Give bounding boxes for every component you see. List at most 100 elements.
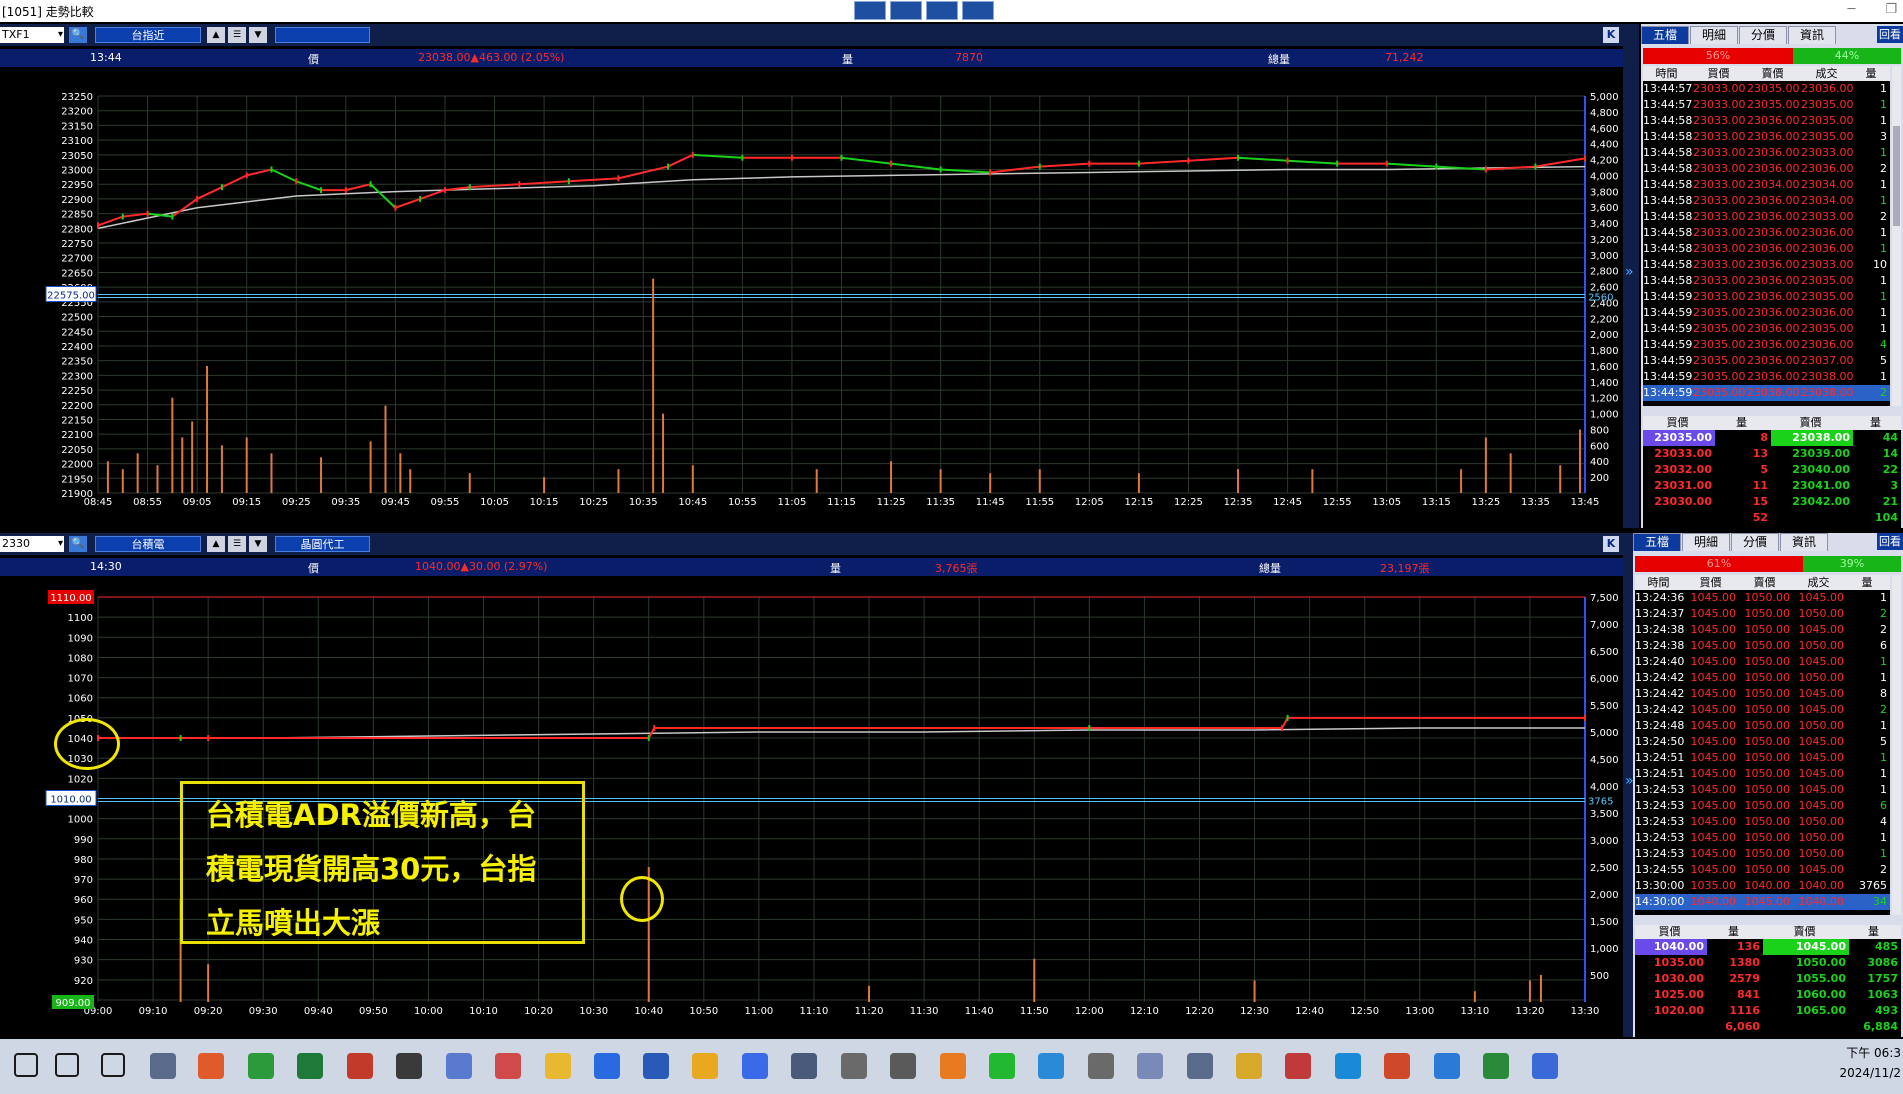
tick-row[interactable]: 13:44:58 23033.00 23036.00 23033.00 1 bbox=[1643, 145, 1890, 161]
book-row[interactable]: 1020.00 1116 1065.00 493 bbox=[1635, 1003, 1901, 1019]
app-icon-19[interactable] bbox=[1532, 1053, 1558, 1079]
tick-row[interactable]: 13:44:57 23033.00 23035.00 23036.00 1 bbox=[1643, 81, 1890, 97]
chrome-icon[interactable] bbox=[248, 1053, 274, 1079]
app-icon-18[interactable] bbox=[1483, 1053, 1509, 1079]
tick-row[interactable]: 13:44:59 23035.00 23038.00 23038.00 2 bbox=[1643, 385, 1890, 401]
tick-row[interactable]: 13:44:58 23033.00 23036.00 23035.00 3 bbox=[1643, 129, 1890, 145]
toolbar-button-1[interactable] bbox=[854, 1, 886, 20]
top-up-icon[interactable]: ▲ bbox=[207, 27, 225, 43]
tick-row[interactable]: 13:24:53 1045.00 1050.00 1045.00 1 bbox=[1635, 782, 1890, 798]
tick-row[interactable]: 13:44:59 23035.00 23036.00 23037.00 5 bbox=[1643, 353, 1890, 369]
toolbar-button-4[interactable] bbox=[962, 1, 994, 20]
app-icon-9[interactable] bbox=[841, 1053, 867, 1079]
top-search-icon[interactable]: 🔍 bbox=[69, 27, 87, 43]
tick-row[interactable]: 13:24:42 1045.00 1050.00 1045.00 8 bbox=[1635, 686, 1890, 702]
app-icon-7[interactable] bbox=[742, 1053, 768, 1079]
bottom-down-icon[interactable]: ▼ bbox=[249, 536, 267, 552]
book-row[interactable]: 1025.00 841 1060.00 1063 bbox=[1635, 987, 1901, 1003]
app-icon-11[interactable] bbox=[940, 1053, 966, 1079]
tab-info-2[interactable]: 資訊 bbox=[1780, 533, 1829, 551]
app-icon-10[interactable] bbox=[890, 1053, 916, 1079]
tick-row[interactable]: 13:44:58 23033.00 23036.00 23035.00 1 bbox=[1643, 113, 1890, 129]
tick-row[interactable]: 13:24:42 1045.00 1050.00 1050.00 1 bbox=[1635, 670, 1890, 686]
book-row[interactable]: 1035.00 1380 1050.00 3086 bbox=[1635, 955, 1901, 971]
minimize-icon[interactable]: ─ bbox=[1848, 2, 1856, 17]
book-row[interactable]: 23033.00 13 23039.00 14 bbox=[1643, 446, 1901, 462]
top-symbol-select[interactable]: TXF1 bbox=[0, 27, 64, 43]
tab-detail-2[interactable]: 明細 bbox=[1682, 533, 1731, 551]
ie-icon[interactable] bbox=[594, 1053, 620, 1079]
tick-row[interactable]: 13:44:58 23033.00 23036.00 23034.00 1 bbox=[1643, 193, 1890, 209]
bottom-name-field[interactable]: 台積電 bbox=[95, 536, 201, 552]
tab-info[interactable]: 資訊 bbox=[1788, 26, 1837, 44]
bottom-tick-list[interactable]: 時間 買價 賣價 成交量 13:24:36 1045.00 1050.00 1045.00 1 1… bbox=[1635, 575, 1890, 915]
tick-row[interactable]: 13:24:51 1045.00 1050.00 1045.00 1 bbox=[1635, 750, 1890, 766]
powerpoint-icon[interactable] bbox=[1384, 1053, 1410, 1079]
top-extra-field[interactable] bbox=[275, 27, 370, 43]
tick-row[interactable]: 13:44:59 23035.00 23036.00 23036.00 4 bbox=[1643, 337, 1890, 353]
app-icon-2[interactable] bbox=[198, 1053, 224, 1079]
tab-five-level[interactable]: 五檔 bbox=[1641, 26, 1690, 44]
xq-icon[interactable] bbox=[1038, 1053, 1064, 1079]
tab-price-dist[interactable]: 分價 bbox=[1739, 26, 1788, 44]
bottom-industry-field[interactable]: 晶圓代工 bbox=[275, 536, 370, 552]
top-expand-bar[interactable]: » bbox=[1623, 24, 1639, 528]
tab-five-level-2[interactable]: 五檔 bbox=[1633, 533, 1682, 551]
tick-row[interactable]: 13:44:58 23033.00 23036.00 23036.00 1 bbox=[1643, 225, 1890, 241]
tick-row[interactable]: 13:24:51 1045.00 1050.00 1045.00 1 bbox=[1635, 766, 1890, 782]
tick-row[interactable]: 13:44:58 23033.00 23036.00 23036.00 2 bbox=[1643, 161, 1890, 177]
windows-start-icon[interactable] bbox=[14, 1053, 38, 1077]
tick-row[interactable]: 13:24:38 1045.00 1050.00 1045.00 2 bbox=[1635, 622, 1890, 638]
excel-icon[interactable] bbox=[297, 1053, 323, 1079]
tick-row[interactable]: 13:24:40 1045.00 1050.00 1045.00 1 bbox=[1635, 654, 1890, 670]
book-row[interactable]: 23032.00 5 23040.00 22 bbox=[1643, 462, 1901, 478]
tick-row[interactable]: 13:44:58 23033.00 23036.00 23033.00 10 bbox=[1643, 257, 1890, 273]
book-row[interactable]: 23035.00 8 23038.00 44 bbox=[1643, 430, 1901, 446]
tick-row[interactable]: 13:24:53 1045.00 1050.00 1050.00 1 bbox=[1635, 846, 1890, 862]
tick-row[interactable]: 13:44:59 23035.00 23036.00 23036.00 1 bbox=[1643, 305, 1890, 321]
bottom-up-icon[interactable]: ▲ bbox=[207, 536, 225, 552]
tick-row[interactable]: 13:44:59 23035.00 23036.00 23035.00 1 bbox=[1643, 321, 1890, 337]
line-icon[interactable] bbox=[989, 1053, 1015, 1079]
top-tick-list[interactable]: 時間 買價 賣價 成交量 13:44:57 23033.00 23035.00 23036.0… bbox=[1643, 66, 1890, 406]
tick-row[interactable]: 13:24:55 1045.00 1050.00 1045.00 2 bbox=[1635, 862, 1890, 878]
tick-row[interactable]: 13:44:59 23033.00 23036.00 23035.00 1 bbox=[1643, 289, 1890, 305]
restore-icon[interactable]: ❐ bbox=[1885, 2, 1897, 17]
app-icon-14[interactable] bbox=[1187, 1053, 1213, 1079]
review-button[interactable]: 回看 bbox=[1877, 26, 1903, 43]
tick-scrollbar-2[interactable] bbox=[1892, 575, 1901, 915]
top-down-icon[interactable]: ▼ bbox=[249, 27, 267, 43]
app-icon-1[interactable] bbox=[150, 1053, 176, 1079]
tick-row[interactable]: 13:24:53 1045.00 1050.00 1050.00 1 bbox=[1635, 830, 1890, 846]
bottom-symbol-select[interactable]: 2330 bbox=[0, 536, 64, 552]
folder-icon[interactable] bbox=[545, 1053, 571, 1079]
word-icon[interactable] bbox=[643, 1053, 669, 1079]
tick-row[interactable]: 13:24:37 1045.00 1050.00 1050.00 2 bbox=[1635, 606, 1890, 622]
task-view-icon[interactable] bbox=[101, 1053, 125, 1077]
app-icon-16[interactable] bbox=[1285, 1053, 1311, 1079]
book-row[interactable]: 23031.00 11 23041.00 3 bbox=[1643, 478, 1901, 494]
app-icon-3[interactable] bbox=[396, 1053, 422, 1079]
book-row[interactable]: 1030.00 2579 1055.00 1757 bbox=[1635, 971, 1901, 987]
tick-row[interactable]: 13:44:57 23033.00 23035.00 23035.00 1 bbox=[1643, 97, 1890, 113]
tab-price-dist-2[interactable]: 分價 bbox=[1731, 533, 1780, 551]
tick-row[interactable]: 13:44:58 23033.00 23036.00 23036.00 1 bbox=[1643, 241, 1890, 257]
tick-row[interactable]: 13:30:00 1035.00 1040.00 1040.00 3765 bbox=[1635, 878, 1890, 894]
search-icon[interactable] bbox=[55, 1053, 79, 1077]
toolbar-button-2[interactable] bbox=[890, 1, 922, 20]
tab-detail[interactable]: 明細 bbox=[1690, 26, 1739, 44]
app-icon-6[interactable] bbox=[692, 1053, 718, 1079]
tick-row[interactable]: 14:30:00 1040.00 1045.00 1040.00 34 bbox=[1635, 894, 1890, 910]
app-icon-5[interactable] bbox=[495, 1053, 521, 1079]
top-price-chart[interactable]: 08:45 08:55 09:05 09:15 09:25 09:35 09:45 09:55… bbox=[0, 68, 1625, 528]
book-row[interactable]: 23030.00 15 23042.00 21 bbox=[1643, 494, 1901, 510]
chrome-alt-icon[interactable] bbox=[347, 1053, 373, 1079]
tick-row[interactable]: 13:24:48 1045.00 1050.00 1050.00 1 bbox=[1635, 718, 1890, 734]
app-icon-12[interactable] bbox=[1088, 1053, 1114, 1079]
tick-row[interactable]: 13:24:53 1045.00 1050.00 1050.00 4 bbox=[1635, 814, 1890, 830]
app-icon-13[interactable] bbox=[1137, 1053, 1163, 1079]
edge-icon[interactable] bbox=[1335, 1053, 1361, 1079]
tick-scrollbar[interactable] bbox=[1892, 66, 1901, 406]
bottom-search-icon[interactable]: 🔍 bbox=[69, 536, 87, 552]
toolbar-button-3[interactable] bbox=[926, 1, 958, 20]
